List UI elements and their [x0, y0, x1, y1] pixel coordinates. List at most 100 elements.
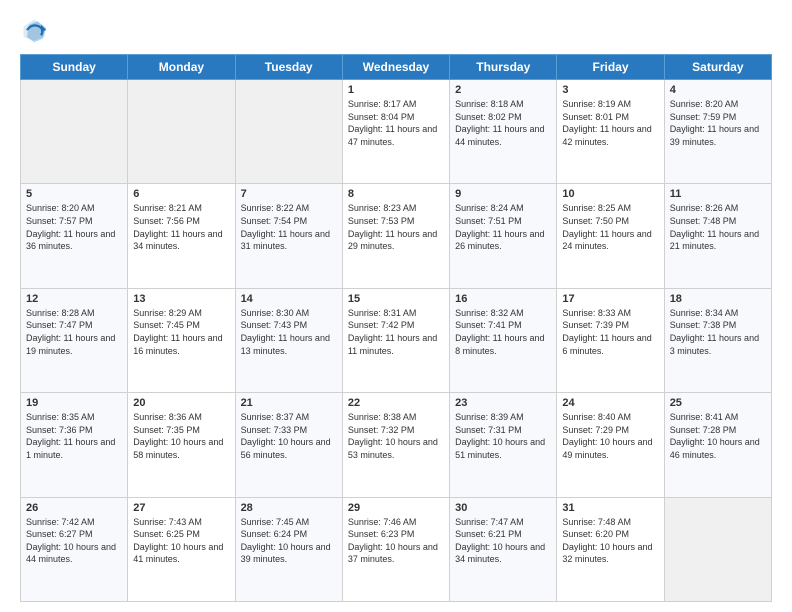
calendar-day-cell: 8 Sunrise: 8:23 AMSunset: 7:53 PMDaylight… — [342, 184, 449, 288]
day-number: 16 — [455, 293, 551, 305]
weekday-header: Saturday — [664, 55, 771, 80]
calendar-day-cell: 20 Sunrise: 8:36 AMSunset: 7:35 PMDayligh… — [128, 393, 235, 497]
day-info: Sunrise: 8:26 AMSunset: 7:48 PMDaylight:… — [670, 202, 766, 252]
day-number: 7 — [241, 188, 337, 200]
day-number: 29 — [348, 502, 444, 514]
calendar-day-cell: 2 Sunrise: 8:18 AMSunset: 8:02 PMDaylight… — [450, 80, 557, 184]
day-info: Sunrise: 8:36 AMSunset: 7:35 PMDaylight:… — [133, 411, 229, 461]
day-info: Sunrise: 8:21 AMSunset: 7:56 PMDaylight:… — [133, 202, 229, 252]
calendar-day-cell — [21, 80, 128, 184]
day-number: 27 — [133, 502, 229, 514]
day-info: Sunrise: 8:37 AMSunset: 7:33 PMDaylight:… — [241, 411, 337, 461]
calendar-day-cell: 12Sunrise: 8:28 AMSunset: 7:47 PMDayligh… — [21, 288, 128, 392]
calendar-day-cell: 14Sunrise: 8:30 AMSunset: 7:43 PMDayligh… — [235, 288, 342, 392]
day-info: Sunrise: 8:22 AMSunset: 7:54 PMDaylight:… — [241, 202, 337, 252]
calendar-week-row: 26 Sunrise: 7:42 AMSunset: 6:27 PMDayligh… — [21, 497, 772, 601]
weekday-header: Wednesday — [342, 55, 449, 80]
day-number: 25 — [670, 397, 766, 409]
day-number: 2 — [455, 84, 551, 96]
calendar-table: SundayMondayTuesdayWednesdayThursdayFrid… — [20, 54, 772, 602]
day-info: Sunrise: 8:28 AMSunset: 7:47 PMDaylight:… — [26, 307, 122, 357]
calendar-day-cell: 26 Sunrise: 7:42 AMSunset: 6:27 PMDayligh… — [21, 497, 128, 601]
day-number: 18 — [670, 293, 766, 305]
day-number: 22 — [348, 397, 444, 409]
day-info: Sunrise: 8:20 AMSunset: 7:59 PMDaylight:… — [670, 98, 766, 148]
calendar-day-cell: 3 Sunrise: 8:19 AMSunset: 8:01 PMDaylight… — [557, 80, 664, 184]
calendar-week-row: 5 Sunrise: 8:20 AMSunset: 7:57 PMDaylight… — [21, 184, 772, 288]
day-info: Sunrise: 8:32 AMSunset: 7:41 PMDaylight:… — [455, 307, 551, 357]
day-number: 31 — [562, 502, 658, 514]
calendar-day-cell: 21 Sunrise: 8:37 AMSunset: 7:33 PMDayligh… — [235, 393, 342, 497]
calendar-day-cell — [235, 80, 342, 184]
day-info: Sunrise: 7:47 AMSunset: 6:21 PMDaylight:… — [455, 516, 551, 566]
calendar-day-cell: 23 Sunrise: 8:39 AMSunset: 7:31 PMDayligh… — [450, 393, 557, 497]
calendar-day-cell: 28Sunrise: 7:45 AMSunset: 6:24 PMDayligh… — [235, 497, 342, 601]
calendar-day-cell: 11 Sunrise: 8:26 AMSunset: 7:48 PMDayligh… — [664, 184, 771, 288]
calendar-week-row: 1Sunrise: 8:17 AMSunset: 8:04 PMDaylight… — [21, 80, 772, 184]
calendar-day-cell — [128, 80, 235, 184]
calendar-day-cell: 17 Sunrise: 8:33 AMSunset: 7:39 PMDayligh… — [557, 288, 664, 392]
calendar-day-cell: 9Sunrise: 8:24 AMSunset: 7:51 PMDaylight… — [450, 184, 557, 288]
day-number: 26 — [26, 502, 122, 514]
calendar-day-cell: 22Sunrise: 8:38 AMSunset: 7:32 PMDayligh… — [342, 393, 449, 497]
day-number: 8 — [348, 188, 444, 200]
header-row: SundayMondayTuesdayWednesdayThursdayFrid… — [21, 55, 772, 80]
calendar-day-cell: 27 Sunrise: 7:43 AMSunset: 6:25 PMDayligh… — [128, 497, 235, 601]
weekday-header: Sunday — [21, 55, 128, 80]
day-number: 17 — [562, 293, 658, 305]
logo-icon — [20, 16, 48, 44]
calendar-day-cell: 7 Sunrise: 8:22 AMSunset: 7:54 PMDaylight… — [235, 184, 342, 288]
weekday-header: Thursday — [450, 55, 557, 80]
day-number: 15 — [348, 293, 444, 305]
calendar-page: SundayMondayTuesdayWednesdayThursdayFrid… — [0, 0, 792, 612]
day-info: Sunrise: 7:48 AMSunset: 6:20 PMDaylight:… — [562, 516, 658, 566]
day-info: Sunrise: 8:18 AMSunset: 8:02 PMDaylight:… — [455, 98, 551, 148]
calendar-header: SundayMondayTuesdayWednesdayThursdayFrid… — [21, 55, 772, 80]
day-info: Sunrise: 8:39 AMSunset: 7:31 PMDaylight:… — [455, 411, 551, 461]
calendar-week-row: 19Sunrise: 8:35 AMSunset: 7:36 PMDayligh… — [21, 393, 772, 497]
day-info: Sunrise: 7:45 AMSunset: 6:24 PMDaylight:… — [241, 516, 337, 566]
calendar-day-cell — [664, 497, 771, 601]
calendar-day-cell: 25 Sunrise: 8:41 AMSunset: 7:28 PMDayligh… — [664, 393, 771, 497]
calendar-day-cell: 1Sunrise: 8:17 AMSunset: 8:04 PMDaylight… — [342, 80, 449, 184]
day-number: 21 — [241, 397, 337, 409]
day-number: 4 — [670, 84, 766, 96]
day-number: 3 — [562, 84, 658, 96]
day-info: Sunrise: 7:43 AMSunset: 6:25 PMDaylight:… — [133, 516, 229, 566]
header — [20, 16, 772, 44]
calendar-body: 1Sunrise: 8:17 AMSunset: 8:04 PMDaylight… — [21, 80, 772, 602]
day-number: 30 — [455, 502, 551, 514]
day-info: Sunrise: 8:19 AMSunset: 8:01 PMDaylight:… — [562, 98, 658, 148]
logo — [20, 16, 52, 44]
day-number: 11 — [670, 188, 766, 200]
day-number: 20 — [133, 397, 229, 409]
day-info: Sunrise: 8:40 AMSunset: 7:29 PMDaylight:… — [562, 411, 658, 461]
day-info: Sunrise: 8:20 AMSunset: 7:57 PMDaylight:… — [26, 202, 122, 252]
calendar-day-cell: 18 Sunrise: 8:34 AMSunset: 7:38 PMDayligh… — [664, 288, 771, 392]
weekday-header: Friday — [557, 55, 664, 80]
day-number: 23 — [455, 397, 551, 409]
calendar-day-cell: 4 Sunrise: 8:20 AMSunset: 7:59 PMDaylight… — [664, 80, 771, 184]
calendar-day-cell: 31 Sunrise: 7:48 AMSunset: 6:20 PMDayligh… — [557, 497, 664, 601]
day-number: 5 — [26, 188, 122, 200]
weekday-header: Tuesday — [235, 55, 342, 80]
day-info: Sunrise: 8:23 AMSunset: 7:53 PMDaylight:… — [348, 202, 444, 252]
calendar-day-cell: 10Sunrise: 8:25 AMSunset: 7:50 PMDayligh… — [557, 184, 664, 288]
day-info: Sunrise: 8:25 AMSunset: 7:50 PMDaylight:… — [562, 202, 658, 252]
day-number: 13 — [133, 293, 229, 305]
calendar-day-cell: 5 Sunrise: 8:20 AMSunset: 7:57 PMDaylight… — [21, 184, 128, 288]
calendar-day-cell: 30 Sunrise: 7:47 AMSunset: 6:21 PMDayligh… — [450, 497, 557, 601]
calendar-week-row: 12Sunrise: 8:28 AMSunset: 7:47 PMDayligh… — [21, 288, 772, 392]
day-info: Sunrise: 8:24 AMSunset: 7:51 PMDaylight:… — [455, 202, 551, 252]
day-info: Sunrise: 8:34 AMSunset: 7:38 PMDaylight:… — [670, 307, 766, 357]
day-info: Sunrise: 8:31 AMSunset: 7:42 PMDaylight:… — [348, 307, 444, 357]
day-number: 14 — [241, 293, 337, 305]
day-info: Sunrise: 8:41 AMSunset: 7:28 PMDaylight:… — [670, 411, 766, 461]
day-number: 24 — [562, 397, 658, 409]
day-info: Sunrise: 8:29 AMSunset: 7:45 PMDaylight:… — [133, 307, 229, 357]
day-info: Sunrise: 7:42 AMSunset: 6:27 PMDaylight:… — [26, 516, 122, 566]
day-number: 19 — [26, 397, 122, 409]
calendar-day-cell: 24 Sunrise: 8:40 AMSunset: 7:29 PMDayligh… — [557, 393, 664, 497]
day-info: Sunrise: 8:33 AMSunset: 7:39 PMDaylight:… — [562, 307, 658, 357]
calendar-day-cell: 19Sunrise: 8:35 AMSunset: 7:36 PMDayligh… — [21, 393, 128, 497]
